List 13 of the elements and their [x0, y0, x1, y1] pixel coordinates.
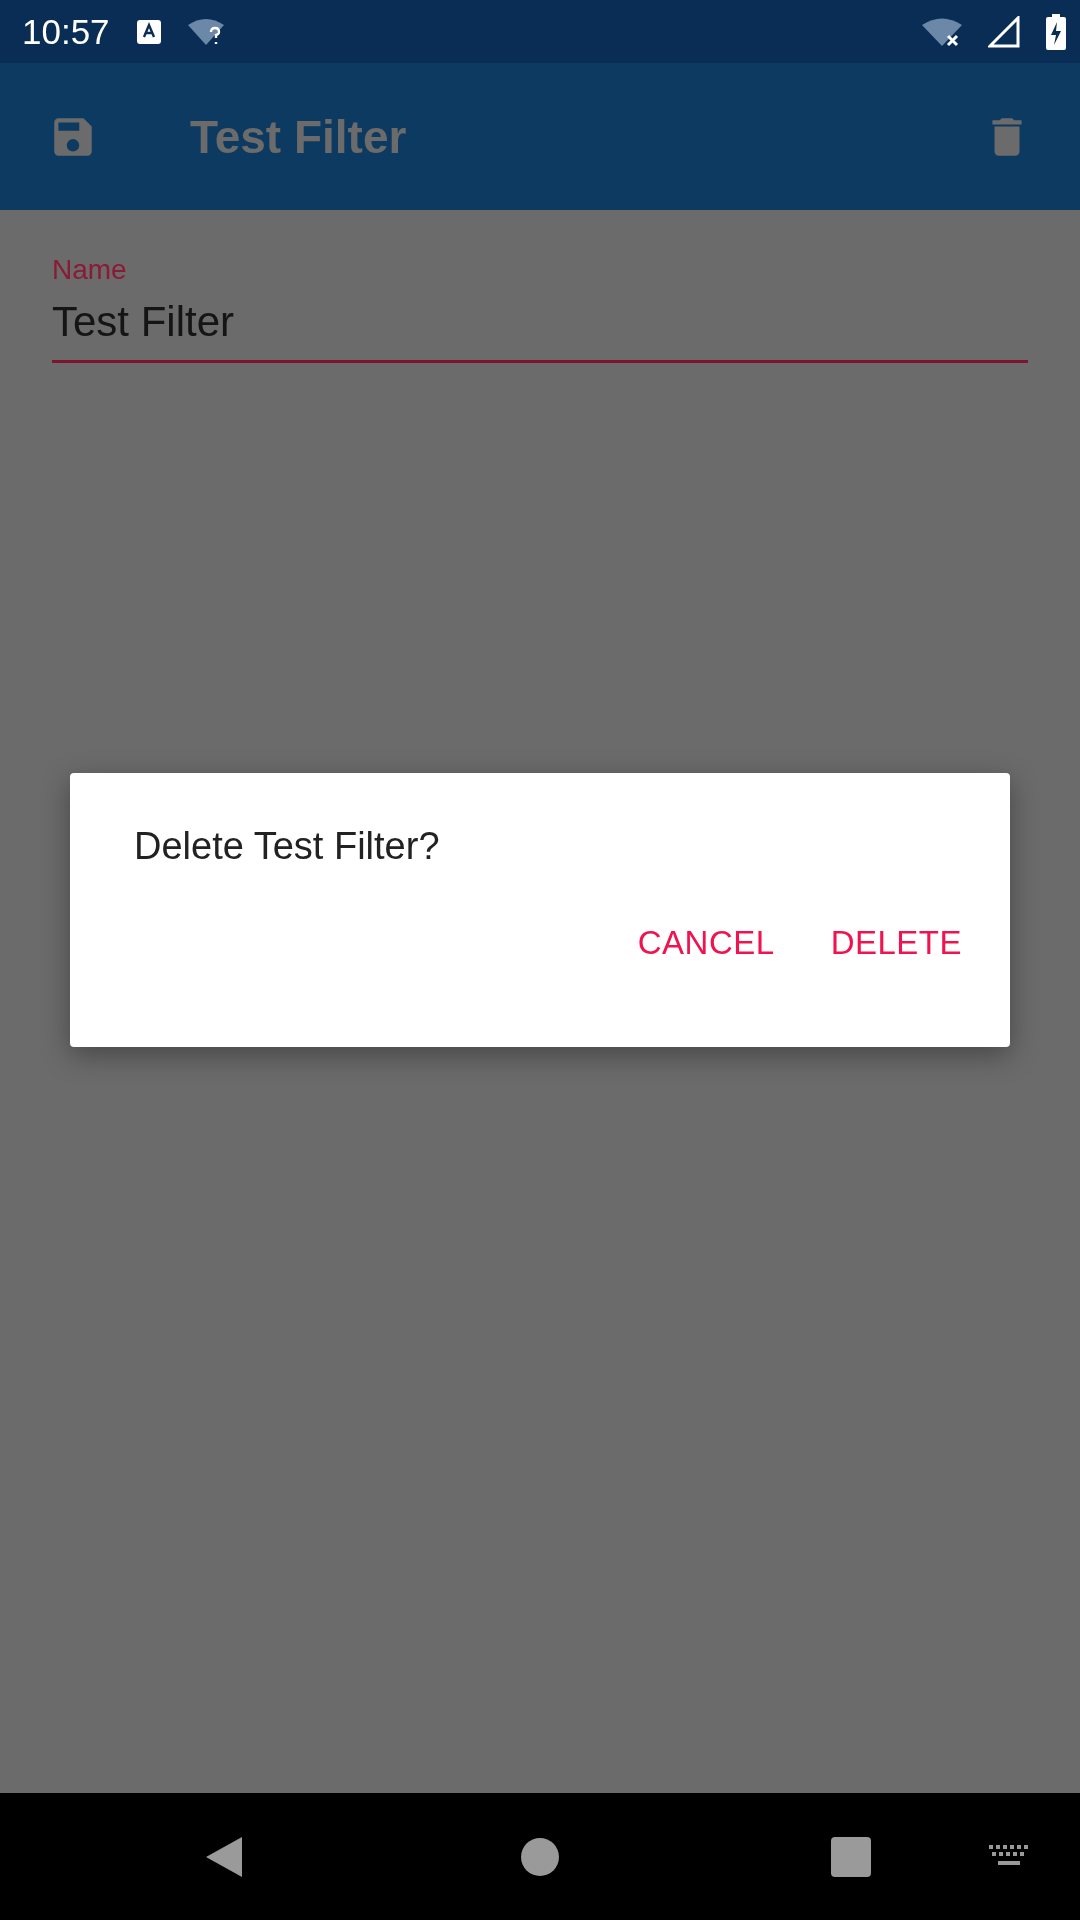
back-icon[interactable]	[204, 1835, 244, 1879]
status-time: 10:57	[22, 11, 110, 52]
field-label: Name	[52, 254, 127, 286]
dialog-button[interactable]: CANCEL	[623, 910, 789, 976]
screen-title: Test Filter	[190, 109, 407, 164]
battery-charging-icon	[1046, 13, 1066, 50]
home-icon[interactable]	[520, 1837, 560, 1877]
wifi-question-icon	[187, 16, 224, 47]
name-field[interactable]: Test Filter	[52, 286, 1028, 363]
dialog-button[interactable]: DELETE	[816, 910, 976, 976]
keyboard-notification-icon	[135, 18, 162, 45]
cell-signal-icon	[988, 15, 1020, 48]
dialog-message: Delete Test Filter?	[134, 825, 441, 868]
